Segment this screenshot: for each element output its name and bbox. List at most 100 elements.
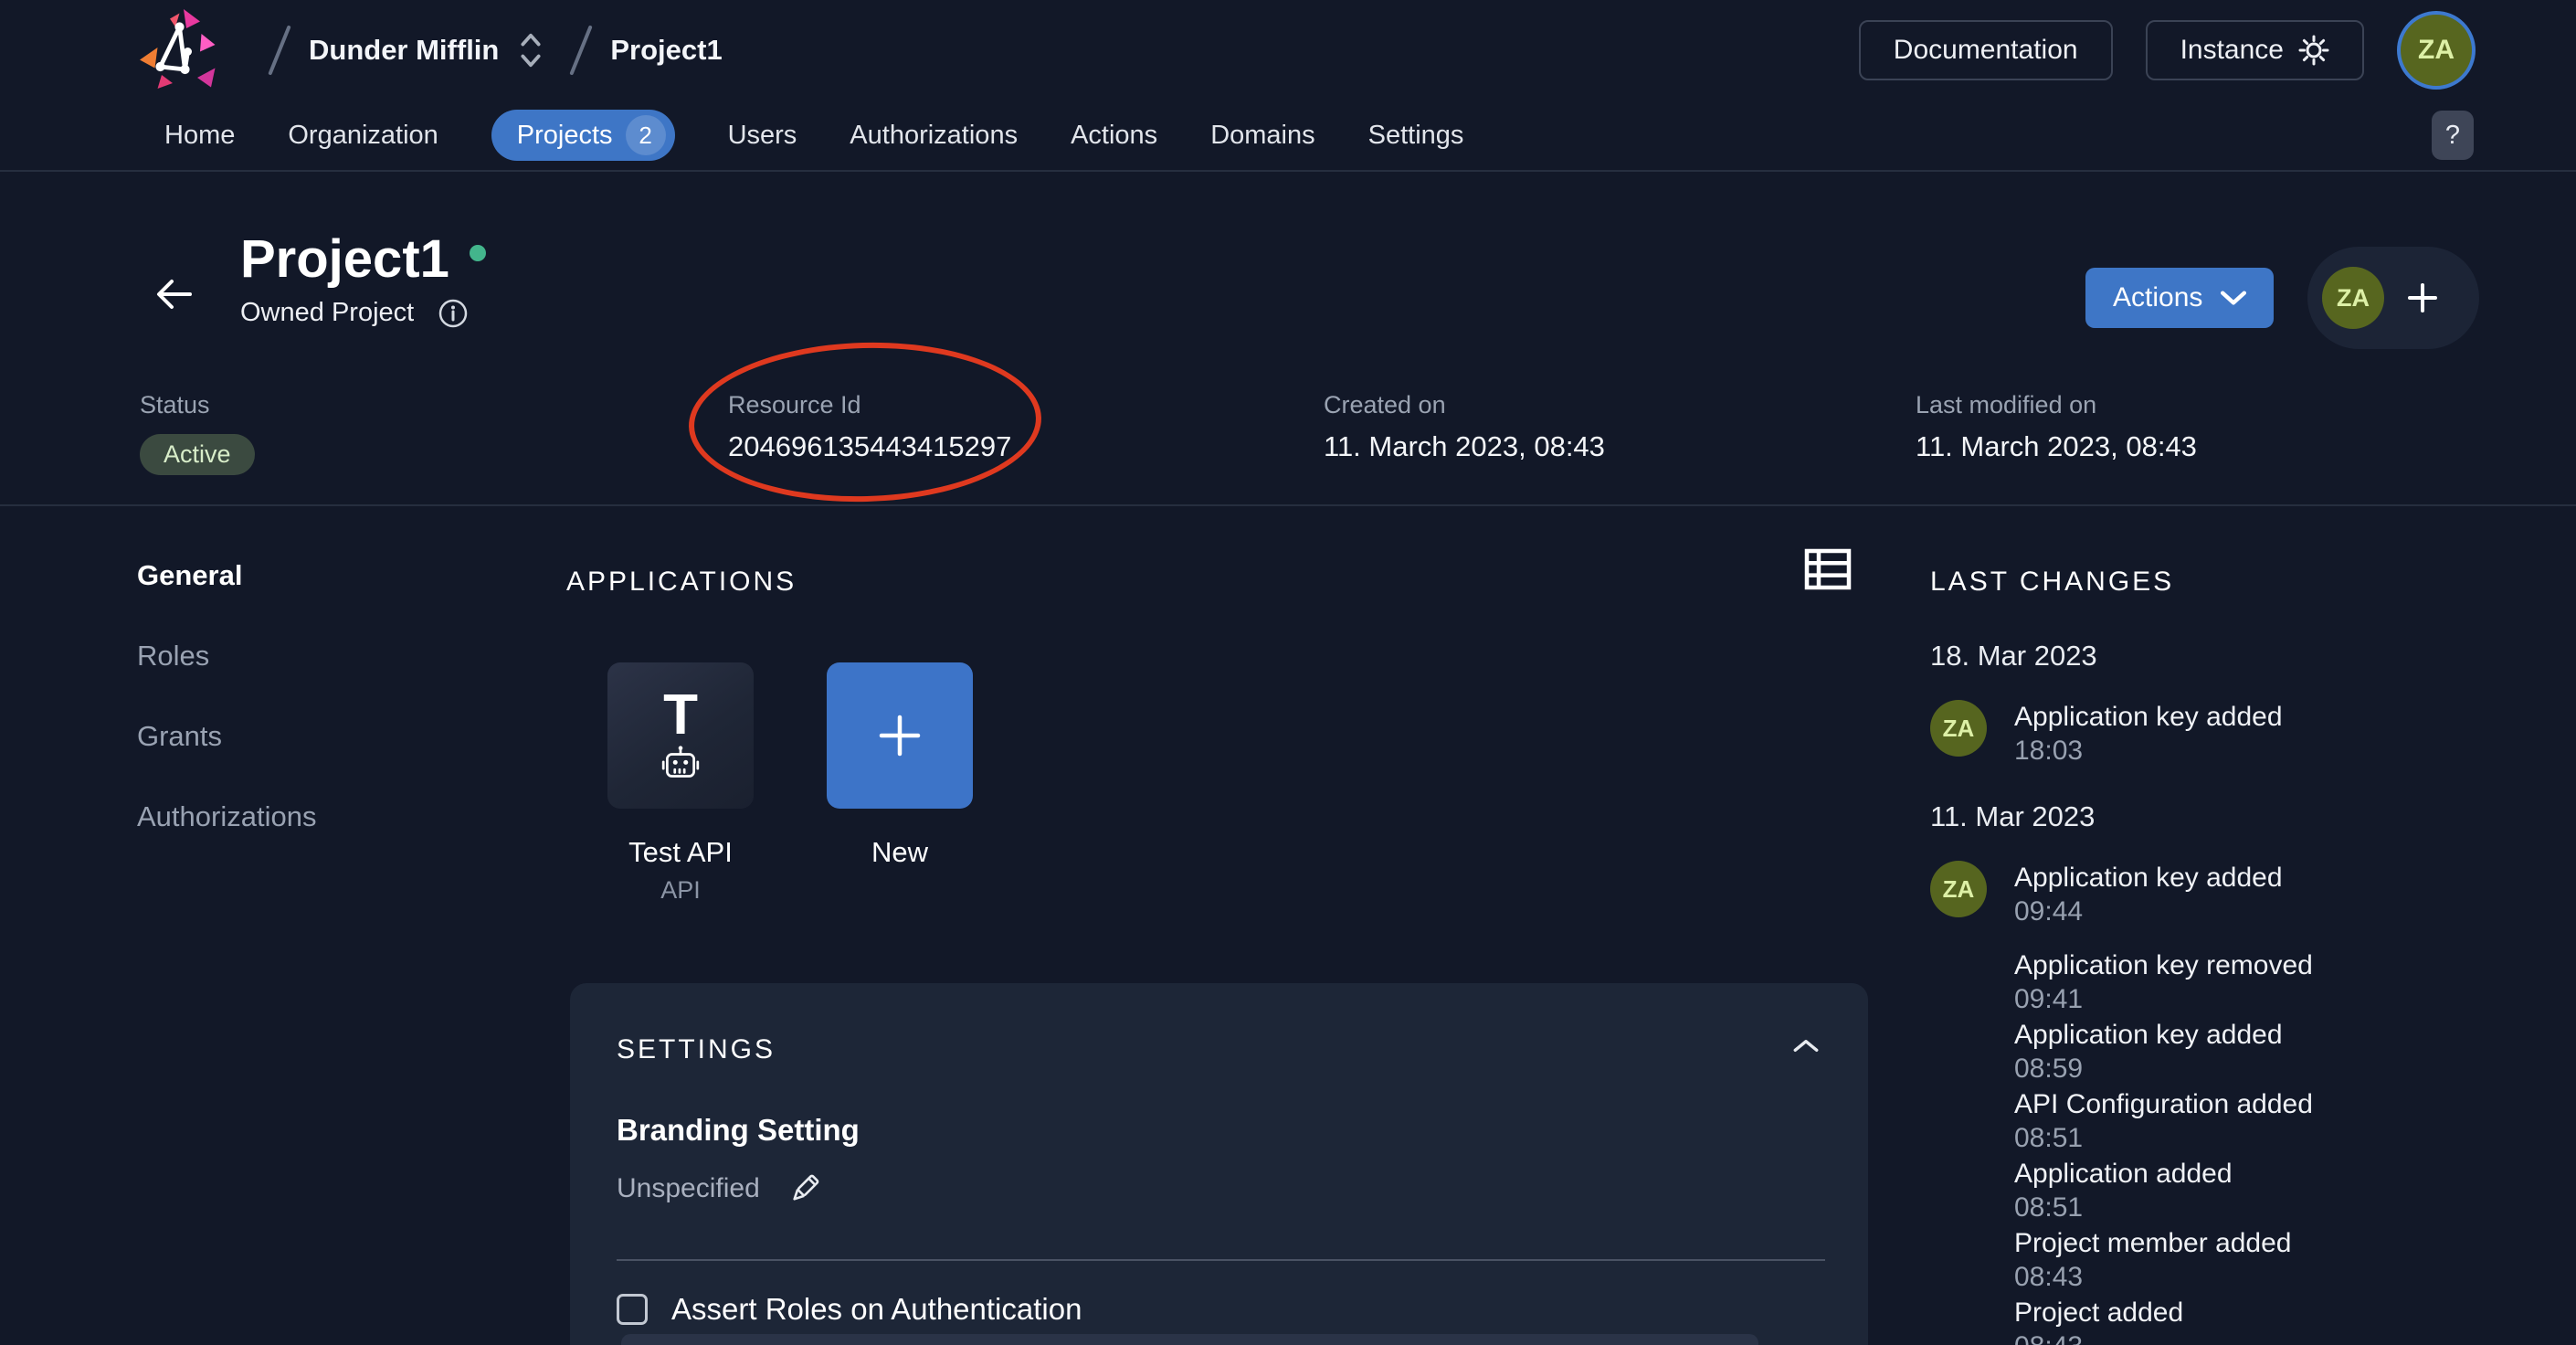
project-side-nav: General Roles Grants Authorizations [137, 559, 316, 833]
actions-dropdown-button[interactable]: Actions [2085, 268, 2274, 328]
app-card-caption: Test API API [589, 836, 772, 905]
chevron-down-icon [2221, 290, 2246, 306]
instance-label: Instance [2180, 35, 2284, 66]
sidebar-item-authorizations[interactable]: Authorizations [137, 800, 316, 833]
change-event[interactable]: ZA Application key added 09:44 [1930, 861, 2478, 928]
branding-setting-row: Unspecified [617, 1170, 824, 1208]
new-card-caption: New [827, 836, 973, 869]
actions-label: Actions [2113, 282, 2202, 313]
documentation-button[interactable]: Documentation [1859, 20, 2113, 80]
event-title: API Configuration added [2014, 1087, 2478, 1121]
org-switcher[interactable]: Dunder Mifflin [309, 34, 499, 67]
change-event[interactable]: Application key removed 09:41 [2014, 948, 2478, 1016]
robot-icon [660, 744, 702, 786]
info-icon[interactable] [438, 298, 469, 329]
gear-icon [2298, 35, 2329, 66]
last-changes-title: LAST CHANGES [1930, 567, 2478, 598]
event-title: Application key added [2014, 1018, 2478, 1052]
modified-label: Last modified on [1916, 391, 2197, 419]
meta-modified: Last modified on 11. March 2023, 08:43 [1916, 391, 2197, 463]
sidebar-item-roles[interactable]: Roles [137, 640, 316, 672]
changes-date-header: 11. Mar 2023 [1930, 800, 2478, 833]
top-header: Dunder Mifflin Project1 Documentation In… [0, 0, 2576, 101]
app-initial: T [663, 687, 698, 744]
app-card-test-api[interactable]: T [607, 662, 754, 809]
tab-home[interactable]: Home [164, 121, 235, 151]
event-time: 08:51 [2014, 1191, 2478, 1224]
back-button[interactable] [153, 270, 201, 318]
event-avatar-initials: ZA [1943, 715, 1975, 743]
meta-created: Created on 11. March 2023, 08:43 [1324, 391, 1605, 463]
last-changes-panel: LAST CHANGES 18. Mar 2023 ZA Application… [1930, 567, 2478, 1345]
change-event[interactable]: Application key added 08:59 [2014, 1018, 2478, 1086]
event-title: Application added [2014, 1157, 2478, 1191]
page-title: Project1 [240, 230, 486, 289]
clipped-next-row [621, 1334, 1758, 1345]
contributors-pill: ZA [2307, 247, 2479, 349]
branding-setting-label: Branding Setting [617, 1113, 860, 1148]
sidebar-item-general[interactable]: General [137, 559, 316, 592]
instance-button[interactable]: Instance [2146, 20, 2364, 80]
tab-actions[interactable]: Actions [1071, 121, 1157, 151]
console-app: Dunder Mifflin Project1 Documentation In… [0, 0, 2576, 1345]
projects-count-badge: 2 [626, 115, 666, 155]
change-event[interactable]: Project member added 08:43 [2014, 1226, 2478, 1294]
event-text: Application key added 18:03 [2014, 700, 2283, 768]
contributor-avatar[interactable]: ZA [2322, 267, 2384, 329]
arrow-left-icon [153, 273, 195, 315]
add-member-button[interactable] [2404, 280, 2441, 316]
event-title: Project added [2014, 1296, 2478, 1329]
resource-id-label: Resource Id [728, 391, 1011, 419]
event-time: 08:51 [2014, 1121, 2478, 1155]
card-divider [617, 1259, 1825, 1261]
event-time: 09:44 [2014, 895, 2283, 928]
header-actions: Documentation Instance [1859, 11, 2476, 90]
user-avatar[interactable]: ZA [2397, 11, 2476, 90]
branding-setting-value: Unspecified [617, 1173, 760, 1204]
change-event[interactable]: API Configuration added 08:51 [2014, 1087, 2478, 1155]
tab-settings[interactable]: Settings [1368, 121, 1464, 151]
tab-projects-label: Projects [517, 121, 613, 151]
modified-value: 11. March 2023, 08:43 [1916, 430, 2197, 463]
table-view-toggle-icon[interactable] [1804, 548, 1852, 590]
chevron-up-icon [1791, 1036, 1821, 1054]
event-time: 08:59 [2014, 1052, 2478, 1086]
unfold-chevrons-icon[interactable] [519, 30, 543, 70]
plus-icon [874, 710, 925, 761]
avatar-initials: ZA [2418, 35, 2455, 66]
status-label: Status [140, 391, 255, 419]
resource-id-value: 204696135443415297 [728, 430, 1011, 463]
event-title: Application key added [2014, 861, 2283, 895]
change-event[interactable]: Project added 08:43 [2014, 1296, 2478, 1345]
zitadel-logo-icon[interactable] [137, 6, 225, 94]
event-avatar: ZA [1930, 700, 1987, 757]
settings-card: SETTINGS Branding Setting Unspecified [570, 983, 1868, 1345]
breadcrumb-slash-icon [570, 25, 593, 75]
meta-resource-id: Resource Id 204696135443415297 [728, 391, 1011, 463]
assert-roles-checkbox[interactable] [617, 1294, 648, 1325]
tab-organization[interactable]: Organization [288, 121, 438, 151]
tab-users[interactable]: Users [728, 121, 797, 151]
change-event[interactable]: ZA Application key added 18:03 [1930, 700, 2478, 768]
event-title: Application key added [2014, 700, 2283, 734]
new-app-card[interactable] [827, 662, 973, 809]
breadcrumb-project[interactable]: Project1 [610, 34, 722, 67]
main-nav: Home Organization Projects 2 Users Autho… [0, 101, 2576, 172]
assert-roles-label: Assert Roles on Authentication [671, 1292, 1082, 1327]
contributor-initials: ZA [2337, 284, 2370, 312]
project-state-dot [470, 245, 486, 261]
created-label: Created on [1324, 391, 1605, 419]
tab-projects[interactable]: Projects 2 [491, 110, 675, 161]
collapse-settings-button[interactable] [1791, 1036, 1821, 1054]
help-button[interactable]: ? [2432, 111, 2474, 160]
page-title-block: Project1 Owned Project [240, 230, 486, 329]
event-time: 09:41 [2014, 982, 2478, 1016]
edit-branding-button[interactable] [786, 1170, 824, 1208]
sidebar-item-grants[interactable]: Grants [137, 720, 316, 753]
event-time: 08:43 [2014, 1260, 2478, 1294]
new-label: New [827, 836, 973, 869]
tab-domains[interactable]: Domains [1210, 121, 1314, 151]
tab-authorizations[interactable]: Authorizations [850, 121, 1018, 151]
change-event[interactable]: Application added 08:51 [2014, 1157, 2478, 1224]
settings-section-title: SETTINGS [617, 1034, 776, 1065]
